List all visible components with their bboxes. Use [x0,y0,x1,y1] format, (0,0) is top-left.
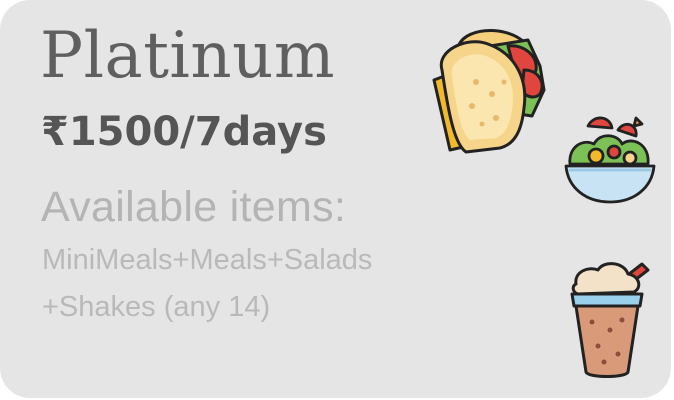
available-items-line-1: MiniMeals+Meals+Salads [42,244,373,276]
plan-price: ₹1500/7days [41,109,327,155]
salad-bowl-icon [560,108,660,212]
plan-title: Platinum [40,19,335,93]
available-items-line-2: +Shakes (any 14) [42,291,271,323]
milkshake-icon [558,254,658,382]
available-items-heading: Available items: [41,183,347,231]
plan-card[interactable]: Platinum ₹1500/7days Available items: Mi… [0,0,671,398]
sandwich-icon [424,20,554,160]
